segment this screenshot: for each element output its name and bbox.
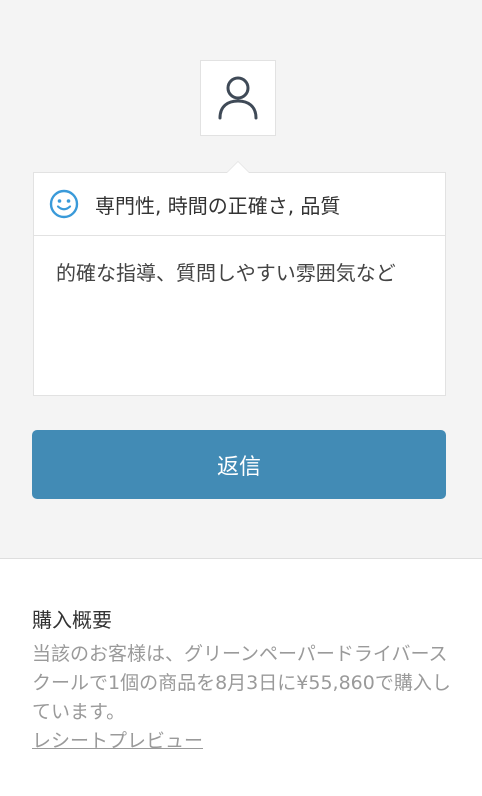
feedback-card-header: 専門性, 時間の正確さ, 品質 <box>34 173 445 236</box>
smiley-icon <box>49 189 79 219</box>
purchase-summary: 購入概要 当該のお客様は、グリーンペーパードライバースクールで1個の商品を8月3… <box>32 606 452 756</box>
card-pointer-inner <box>227 162 249 173</box>
feedback-tags: 専門性, 時間の正確さ, 品質 <box>95 193 341 218</box>
purchase-summary-title: 購入概要 <box>32 608 112 632</box>
purchase-summary-description: 当該のお客様は、グリーンペーパードライバースクールで1個の商品を8月3日に¥55… <box>32 643 451 723</box>
user-icon <box>218 76 258 120</box>
review-section: 専門性, 時間の正確さ, 品質 的確な指導、質問しやすい雰囲気など 返信 <box>0 0 482 559</box>
feedback-comment: 的確な指導、質問しやすい雰囲気など <box>56 261 396 285</box>
receipt-preview-link[interactable]: レシートプレビュー <box>32 727 203 756</box>
feedback-card: 専門性, 時間の正確さ, 品質 的確な指導、質問しやすい雰囲気など <box>33 172 446 396</box>
reply-button[interactable]: 返信 <box>32 430 446 499</box>
avatar <box>200 60 276 136</box>
